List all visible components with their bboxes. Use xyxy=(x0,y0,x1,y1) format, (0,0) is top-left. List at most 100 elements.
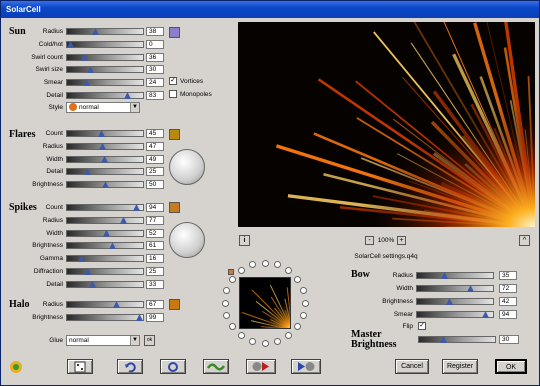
random-button[interactable] xyxy=(67,359,93,374)
flares-width-slider[interactable] xyxy=(66,155,144,163)
next-preset-button[interactable] xyxy=(291,359,321,374)
spikes-count-slider[interactable] xyxy=(66,204,144,211)
bow-smear-slider[interactable] xyxy=(416,311,494,318)
spikes-detail-slider[interactable] xyxy=(66,280,144,288)
spikes-brightness-value[interactable]: 61 xyxy=(146,241,164,251)
slider-thumb[interactable] xyxy=(89,280,96,288)
sun-radius-value[interactable]: 38 xyxy=(146,27,164,36)
preset-dot[interactable] xyxy=(229,323,236,330)
zoom-out-button[interactable]: - xyxy=(365,236,374,245)
slider-thumb[interactable] xyxy=(120,216,127,224)
spikes-gamma-slider[interactable] xyxy=(66,255,144,263)
preset-dot[interactable] xyxy=(285,267,292,274)
spikes-color-swatch[interactable] xyxy=(169,202,180,213)
preset-dot[interactable] xyxy=(238,267,245,274)
slider-thumb[interactable] xyxy=(98,130,105,137)
slider-thumb[interactable] xyxy=(84,268,91,275)
style-dropdown[interactable]: normal ▼ xyxy=(66,102,140,113)
bow-radius-slider[interactable] xyxy=(416,272,494,279)
sun-smear-value[interactable]: 24 xyxy=(146,78,164,88)
preset-dot[interactable] xyxy=(300,287,307,294)
sun-swirl-count-value[interactable]: 36 xyxy=(146,52,164,62)
flares-brightness-slider[interactable] xyxy=(66,181,144,189)
preset-dot[interactable] xyxy=(300,312,307,319)
flares-brightness-value[interactable]: 50 xyxy=(146,180,164,190)
flares-radius-slider[interactable] xyxy=(66,142,144,150)
preset-dot[interactable] xyxy=(238,332,245,339)
slider-thumb[interactable] xyxy=(99,142,106,150)
preset-dot[interactable] xyxy=(262,260,269,267)
register-button[interactable]: Register xyxy=(442,359,478,374)
sun-cold-hot-slider[interactable] xyxy=(66,40,144,48)
preset-thumbnail[interactable] xyxy=(239,277,291,329)
slider-thumb[interactable] xyxy=(81,53,88,61)
flares-color-swatch[interactable] xyxy=(169,129,180,140)
flares-angle-dial[interactable] xyxy=(169,149,205,185)
preset-dot[interactable] xyxy=(249,338,256,345)
slider-thumb[interactable] xyxy=(440,336,447,343)
sun-swirl-size-value[interactable]: 30 xyxy=(146,65,164,75)
spikes-radius-value[interactable]: 77 xyxy=(146,215,164,225)
flares-detail-slider[interactable] xyxy=(66,168,144,176)
bow-brightness-value[interactable]: 42 xyxy=(499,297,517,306)
spikes-brightness-slider[interactable] xyxy=(66,242,144,250)
slider-thumb[interactable] xyxy=(87,66,94,74)
sun-detail-value[interactable]: 83 xyxy=(146,91,164,100)
glue-dropdown[interactable]: normal ▼ xyxy=(66,335,140,346)
spikes-detail-value[interactable]: 33 xyxy=(146,279,164,289)
slider-thumb[interactable] xyxy=(109,242,116,250)
master-brightness-slider[interactable] xyxy=(418,336,496,343)
zoom-in-button[interactable]: + xyxy=(397,236,406,245)
glue-options-button[interactable]: ok xyxy=(144,335,155,346)
sun-swirl-count-slider[interactable] xyxy=(66,53,144,61)
halo-radius-value[interactable]: 67 xyxy=(146,300,164,309)
spikes-angle-dial[interactable] xyxy=(169,222,205,258)
sun-color-swatch[interactable] xyxy=(169,27,180,38)
bow-radius-value[interactable]: 35 xyxy=(499,271,517,280)
monopoles-checkbox[interactable] xyxy=(169,90,177,98)
halo-radius-slider[interactable] xyxy=(66,301,144,308)
flares-radius-value[interactable]: 47 xyxy=(146,141,164,151)
preset-dot[interactable] xyxy=(274,338,281,345)
play-preview-button[interactable] xyxy=(246,359,276,374)
preset-dot[interactable] xyxy=(294,276,301,283)
preset-dot[interactable] xyxy=(223,287,230,294)
preview-image[interactable] xyxy=(238,22,535,227)
thumbnail-handle[interactable] xyxy=(228,269,234,275)
reset-button[interactable] xyxy=(160,359,186,374)
sun-detail-slider[interactable] xyxy=(66,92,144,99)
sun-radius-slider[interactable] xyxy=(66,28,144,35)
slider-thumb[interactable] xyxy=(84,168,91,176)
slider-thumb[interactable] xyxy=(102,181,109,189)
halo-brightness-slider[interactable] xyxy=(66,314,144,321)
preset-dot[interactable] xyxy=(223,312,230,319)
presets-button[interactable] xyxy=(203,359,229,374)
preset-dot[interactable] xyxy=(274,261,281,268)
sun-smear-slider[interactable] xyxy=(66,79,144,87)
slider-thumb[interactable] xyxy=(78,255,85,263)
slider-thumb[interactable] xyxy=(124,92,131,99)
flares-width-value[interactable]: 49 xyxy=(146,154,164,164)
flares-count-slider[interactable] xyxy=(66,130,144,137)
slider-thumb[interactable] xyxy=(83,79,90,87)
spikes-count-value[interactable]: 94 xyxy=(146,203,164,212)
slider-thumb[interactable] xyxy=(103,229,110,237)
slider-thumb[interactable] xyxy=(446,298,453,305)
slider-thumb[interactable] xyxy=(136,314,143,321)
preset-dot[interactable] xyxy=(229,276,236,283)
flip-checkbox[interactable]: ✓ xyxy=(418,322,426,330)
spikes-radius-slider[interactable] xyxy=(66,216,144,224)
spikes-width-slider[interactable] xyxy=(66,229,144,237)
slider-thumb[interactable] xyxy=(113,301,120,308)
info-button[interactable]: i xyxy=(239,235,250,246)
preset-dot[interactable] xyxy=(249,261,256,268)
slider-thumb[interactable] xyxy=(92,28,99,35)
preset-dot[interactable] xyxy=(262,340,269,347)
master-brightness-value[interactable]: 30 xyxy=(499,335,519,344)
vortices-checkbox[interactable]: ✓ xyxy=(169,77,177,85)
collapse-preview-button[interactable]: ^ xyxy=(519,235,530,246)
preset-dot[interactable] xyxy=(285,332,292,339)
halo-color-swatch[interactable] xyxy=(169,299,180,310)
spikes-diffraction-slider[interactable] xyxy=(66,268,144,275)
undo-button[interactable] xyxy=(117,359,143,374)
